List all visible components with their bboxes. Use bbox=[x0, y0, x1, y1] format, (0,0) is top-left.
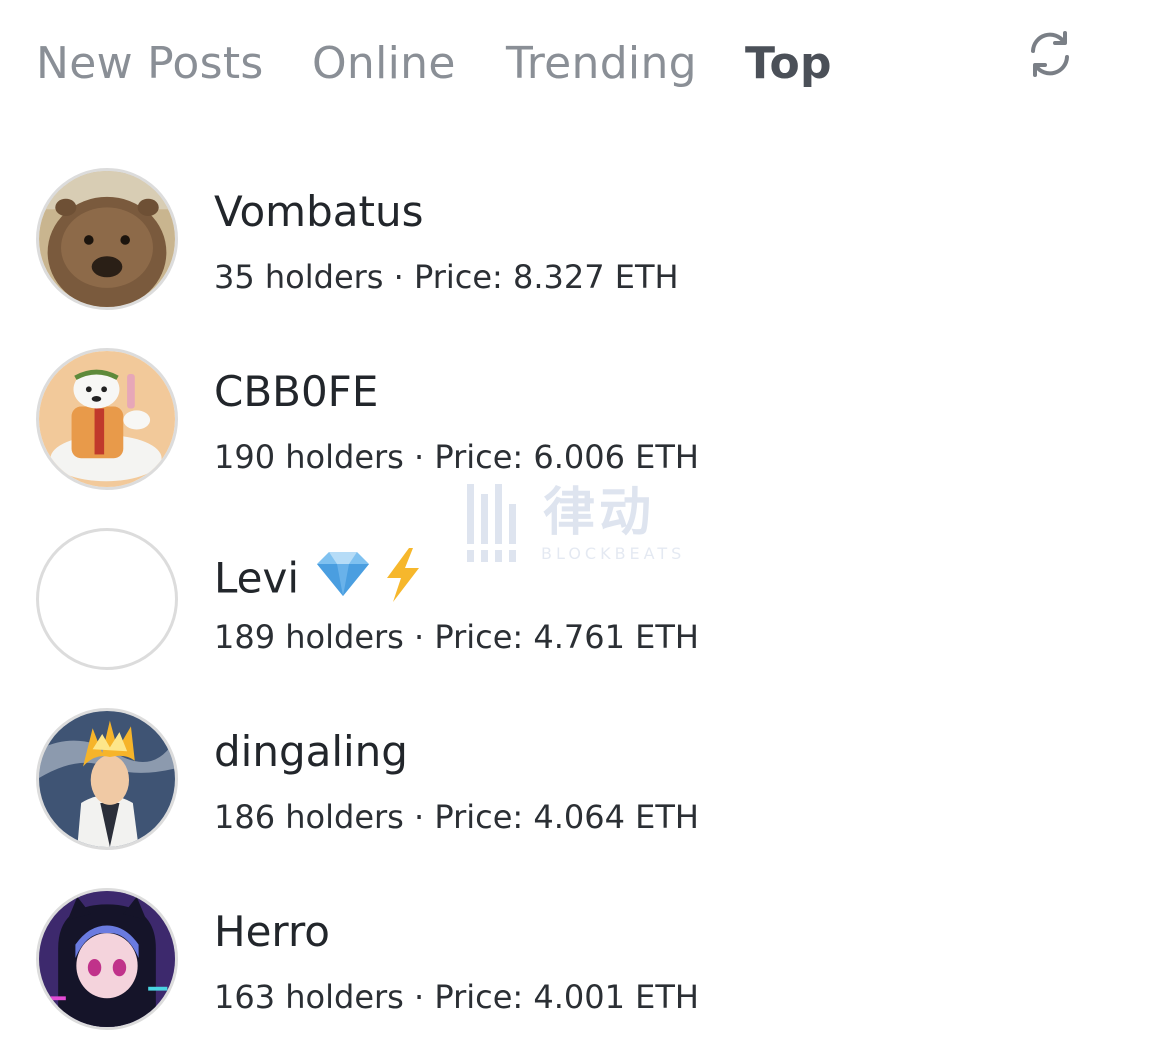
watermark-text: 律动 bbox=[543, 483, 656, 543]
holders-count: 186 holders bbox=[214, 798, 404, 836]
watermark: 律动 BLOCKBEATS bbox=[465, 482, 710, 572]
tab-new-posts[interactable]: New Posts bbox=[36, 38, 264, 90]
polar-bear-illustration-icon bbox=[39, 351, 175, 487]
list-item[interactable]: CBB0FE 190 holders · Price: 6.006 ETH bbox=[0, 344, 1170, 494]
list-item[interactable]: Vombatus 35 holders · Price: 8.327 ETH bbox=[0, 164, 1170, 314]
price: Price: 8.327 ETH bbox=[413, 258, 679, 296]
user-name: Herro bbox=[214, 907, 330, 956]
refresh-icon[interactable] bbox=[1024, 28, 1076, 80]
list-item[interactable]: Herro 163 holders · Price: 4.001 ETH bbox=[0, 884, 1170, 1034]
separator: · bbox=[383, 258, 414, 296]
avatar bbox=[36, 708, 178, 850]
tab-trending[interactable]: Trending bbox=[506, 38, 697, 90]
anime-hooded-girl-icon bbox=[39, 891, 175, 1027]
user-stats: 189 holders · Price: 4.761 ETH bbox=[214, 616, 699, 658]
avatar bbox=[36, 168, 178, 310]
price: Price: 4.001 ETH bbox=[434, 978, 699, 1016]
badge-emojis bbox=[313, 546, 425, 616]
tab-online[interactable]: Online bbox=[312, 38, 456, 90]
user-name-text: Levi bbox=[214, 553, 300, 603]
list-item[interactable]: dingaling 186 holders · Price: 4.064 ETH bbox=[0, 704, 1170, 854]
wombat-photo-icon bbox=[39, 171, 175, 307]
tab-bar: New Posts Online Trending Top bbox=[0, 0, 1170, 120]
user-name: Vombatus bbox=[214, 187, 424, 236]
watermark-subtext: BLOCKBEATS bbox=[541, 544, 686, 563]
user-stats: 186 holders · Price: 4.064 ETH bbox=[214, 796, 699, 838]
anime-flame-hair-boy-icon bbox=[39, 711, 175, 847]
avatar bbox=[36, 888, 178, 1030]
user-stats: 163 holders · Price: 4.001 ETH bbox=[214, 976, 699, 1018]
user-stats: 35 holders · Price: 8.327 ETH bbox=[214, 256, 679, 298]
user-name: Levi bbox=[214, 546, 425, 616]
price: Price: 4.064 ETH bbox=[434, 798, 699, 836]
separator: · bbox=[403, 618, 435, 656]
diamond-icon bbox=[317, 552, 370, 596]
separator: · bbox=[403, 978, 435, 1016]
separator: · bbox=[403, 798, 435, 836]
blockbeats-logo-icon bbox=[467, 484, 516, 562]
holders-count: 163 holders bbox=[214, 978, 404, 1016]
user-name: CBB0FE bbox=[214, 367, 379, 416]
user-stats: 190 holders · Price: 6.006 ETH bbox=[214, 436, 699, 478]
holders-count: 189 holders bbox=[214, 618, 404, 656]
holders-count: 190 holders bbox=[214, 438, 404, 476]
price: Price: 6.006 ETH bbox=[434, 438, 699, 476]
avatar bbox=[36, 348, 178, 490]
avatar bbox=[36, 528, 178, 670]
price: Price: 4.761 ETH bbox=[434, 618, 699, 656]
holders-count: 35 holders bbox=[214, 258, 384, 296]
tab-top[interactable]: Top bbox=[745, 38, 832, 90]
lightning-icon bbox=[387, 548, 420, 602]
user-name: dingaling bbox=[214, 727, 408, 776]
separator: · bbox=[403, 438, 435, 476]
